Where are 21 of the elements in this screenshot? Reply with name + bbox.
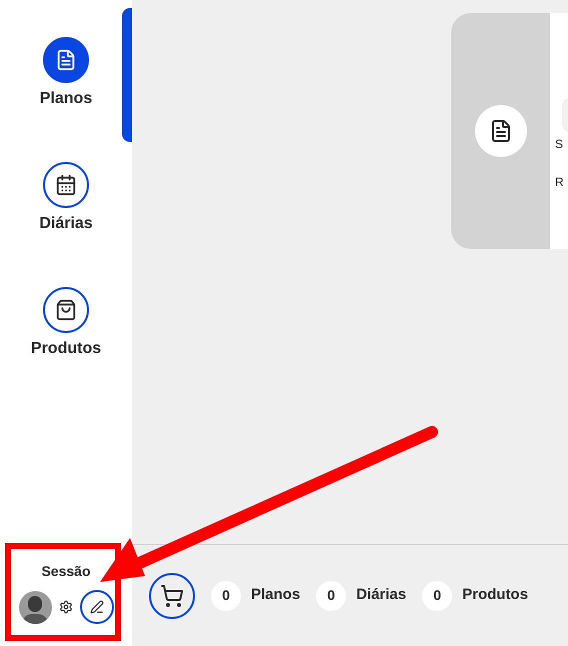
counter-label: Produtos <box>462 585 528 606</box>
nav-item[interactable]: Planos <box>16 37 116 107</box>
count-badge: 0 <box>316 580 346 610</box>
edit-button[interactable] <box>80 590 114 624</box>
glyph-icon <box>55 49 77 71</box>
card-text: R <box>555 176 565 188</box>
glyph-icon <box>55 174 77 196</box>
count-badge: 0 <box>211 580 241 610</box>
card-text: S <box>555 138 564 150</box>
count-badge: 0 <box>422 580 452 610</box>
settings-icon <box>58 600 72 614</box>
counter-label: Diárias <box>356 585 406 606</box>
glyph-icon <box>55 299 77 321</box>
pencil-icon <box>90 600 104 614</box>
nav-item[interactable]: Diárias <box>16 162 116 232</box>
nav-item[interactable]: Produtos <box>16 287 116 357</box>
session-label: Sessão <box>41 562 91 581</box>
cart-button[interactable] <box>149 572 195 618</box>
avatar[interactable] <box>18 590 52 624</box>
cart-icon <box>160 584 184 608</box>
counter-label: Planos <box>251 585 300 606</box>
